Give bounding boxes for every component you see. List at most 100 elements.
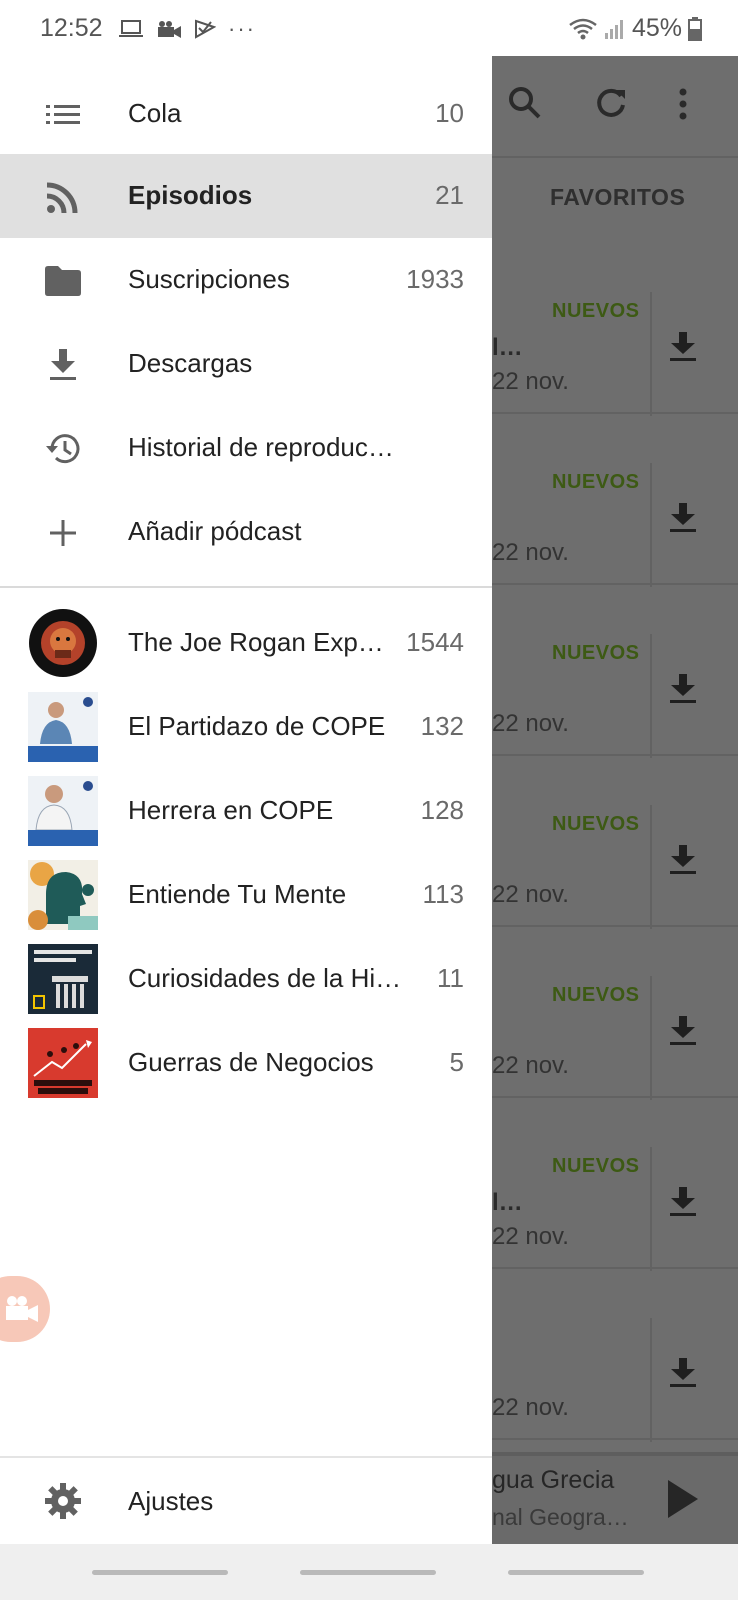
background-episode-row: NUEVOS 22 nov. [492, 924, 738, 1100]
podcast-title: Herrera en COPE [128, 795, 334, 825]
episode-date: 22 nov. [492, 1394, 569, 1421]
rss-feed-icon [44, 178, 82, 216]
play-icon [668, 1480, 698, 1518]
new-badge: NUEVOS [552, 300, 640, 322]
episode-date: 22 nov. [492, 1052, 569, 1079]
drawer-item-anadir-podcast[interactable]: Añadir pódcast [0, 490, 492, 574]
nav-handle[interactable] [92, 1570, 228, 1575]
video-camera-icon [158, 21, 181, 38]
episode-date: 22 nov. [492, 368, 569, 395]
background-toolbar [492, 56, 738, 158]
gear-icon [44, 1482, 82, 1520]
tab-favoritos: FAVORITOS [550, 184, 686, 210]
background-episode-row: NUEVOS 22 nov. [492, 753, 738, 929]
background-app: FAVORITOS NUEVOS l… 22 nov. NUEVOS 22 nov. NU… [492, 56, 738, 1600]
battery-percentage: 45% [631, 14, 682, 42]
podcast-item[interactable]: El Partidazo de COPE 132 [0, 685, 492, 769]
drawer-item-label: Episodios [128, 180, 253, 210]
podcast-count: 1544 [406, 627, 464, 657]
drawer-item-label: Descargas [128, 348, 253, 378]
podcast-item[interactable]: The Joe Rogan Exp… 1544 [0, 601, 492, 685]
podcast-item[interactable]: Herrera en COPE 128 [0, 769, 492, 853]
row-separator [650, 292, 652, 416]
settings-label: Ajustes [128, 1486, 214, 1516]
nav-handle[interactable] [300, 1570, 436, 1575]
podcast-artwork [28, 608, 98, 678]
podcast-item[interactable]: Curiosidades de la Hi… 11 [0, 937, 492, 1021]
drawer-item-count: 1933 [406, 264, 464, 294]
podcast-title: Entiende Tu Mente [128, 879, 347, 909]
podcast-item[interactable]: Guerras de Negocios 5 [0, 1021, 492, 1105]
episode-date: 22 nov. [492, 881, 569, 908]
drawer-item-label: Suscripciones [128, 264, 290, 294]
notification-icons: ··· [118, 16, 256, 42]
drawer-item-count: 21 [435, 180, 464, 210]
new-badge: NUEVOS [552, 813, 640, 835]
download-icon [670, 845, 696, 874]
search-icon [509, 87, 541, 119]
drawer-item-cola[interactable]: Cola 10 [0, 72, 492, 156]
drawer-item-count: 10 [435, 98, 464, 128]
refresh-icon [597, 88, 625, 117]
new-badge: NUEVOS [552, 642, 640, 664]
row-separator [650, 1147, 652, 1271]
folder-icon [44, 262, 82, 300]
episode-title: l… [492, 334, 523, 361]
laptop-icon [119, 20, 143, 37]
podcast-item[interactable]: Entiende Tu Mente 113 [0, 853, 492, 937]
wifi-icon [569, 18, 597, 39]
background-tabbar: FAVORITOS [492, 156, 738, 240]
podcast-artwork [28, 692, 98, 762]
podcast-artwork [28, 1028, 98, 1098]
navigation-drawer: Cola 10 Episodios 21 Suscripciones 1933 … [0, 56, 492, 1544]
signal-icon [604, 19, 623, 39]
drawer-item-label: Cola [128, 98, 182, 128]
episode-date: 22 nov. [492, 1223, 569, 1250]
row-separator [650, 805, 652, 929]
podcast-title: El Partidazo de COPE [128, 711, 386, 741]
status-time: 12:52 [40, 14, 103, 42]
new-badge: NUEVOS [552, 471, 640, 493]
download-icon [670, 1016, 696, 1045]
add-icon [44, 514, 82, 552]
drawer-item-episodios[interactable]: Episodios 21 [0, 154, 492, 238]
status-right: 45% [568, 14, 702, 43]
queue-list-icon [44, 96, 82, 134]
video-camera-icon [6, 1296, 38, 1322]
podcast-count: 132 [420, 711, 464, 741]
podcast-count: 113 [422, 879, 464, 909]
podcast-artwork [28, 860, 98, 930]
row-separator [650, 463, 652, 587]
download-icon [670, 1358, 696, 1387]
drawer-divider [0, 586, 492, 588]
new-badge: NUEVOS [552, 1155, 640, 1177]
drawer-item-descargas[interactable]: Descargas [0, 322, 492, 406]
download-icon [670, 674, 696, 703]
status-bar: 12:52 ··· 45% [0, 0, 738, 56]
more-notifications-icon: ··· [228, 16, 256, 41]
more-vert-icon [679, 88, 687, 120]
background-episode-row: NUEVOS l… 22 nov. [492, 240, 738, 416]
podcast-title: Guerras de Negocios [128, 1047, 374, 1077]
background-episode-row: NUEVOS 22 nov. [492, 582, 738, 758]
background-episode-row: NUEVOS 22 nov. [492, 411, 738, 587]
background-episode-row: 22 nov. [492, 1266, 738, 1442]
podcast-count: 11 [437, 963, 464, 993]
drawer-item-historial[interactable]: Historial de reproduc… [0, 406, 492, 490]
settings-item[interactable]: Ajustes [0, 1458, 492, 1544]
media-icon [195, 19, 216, 39]
download-icon [670, 503, 696, 532]
nav-handle[interactable] [508, 1570, 644, 1575]
podcast-count: 128 [420, 795, 464, 825]
podcast-count: 5 [449, 1047, 464, 1077]
player-subtitle: nal Geogra… [492, 1504, 629, 1530]
drawer-item-label: Añadir pódcast [128, 516, 302, 546]
download-icon [44, 346, 82, 384]
drawer-item-suscripciones[interactable]: Suscripciones 1933 [0, 238, 492, 322]
podcast-title: Curiosidades de la Hi… [128, 963, 402, 993]
history-icon [44, 430, 82, 468]
drawer-item-label: Historial de reproduc… [128, 432, 394, 462]
row-separator [650, 976, 652, 1100]
download-icon [670, 332, 696, 361]
new-badge: NUEVOS [552, 984, 640, 1006]
